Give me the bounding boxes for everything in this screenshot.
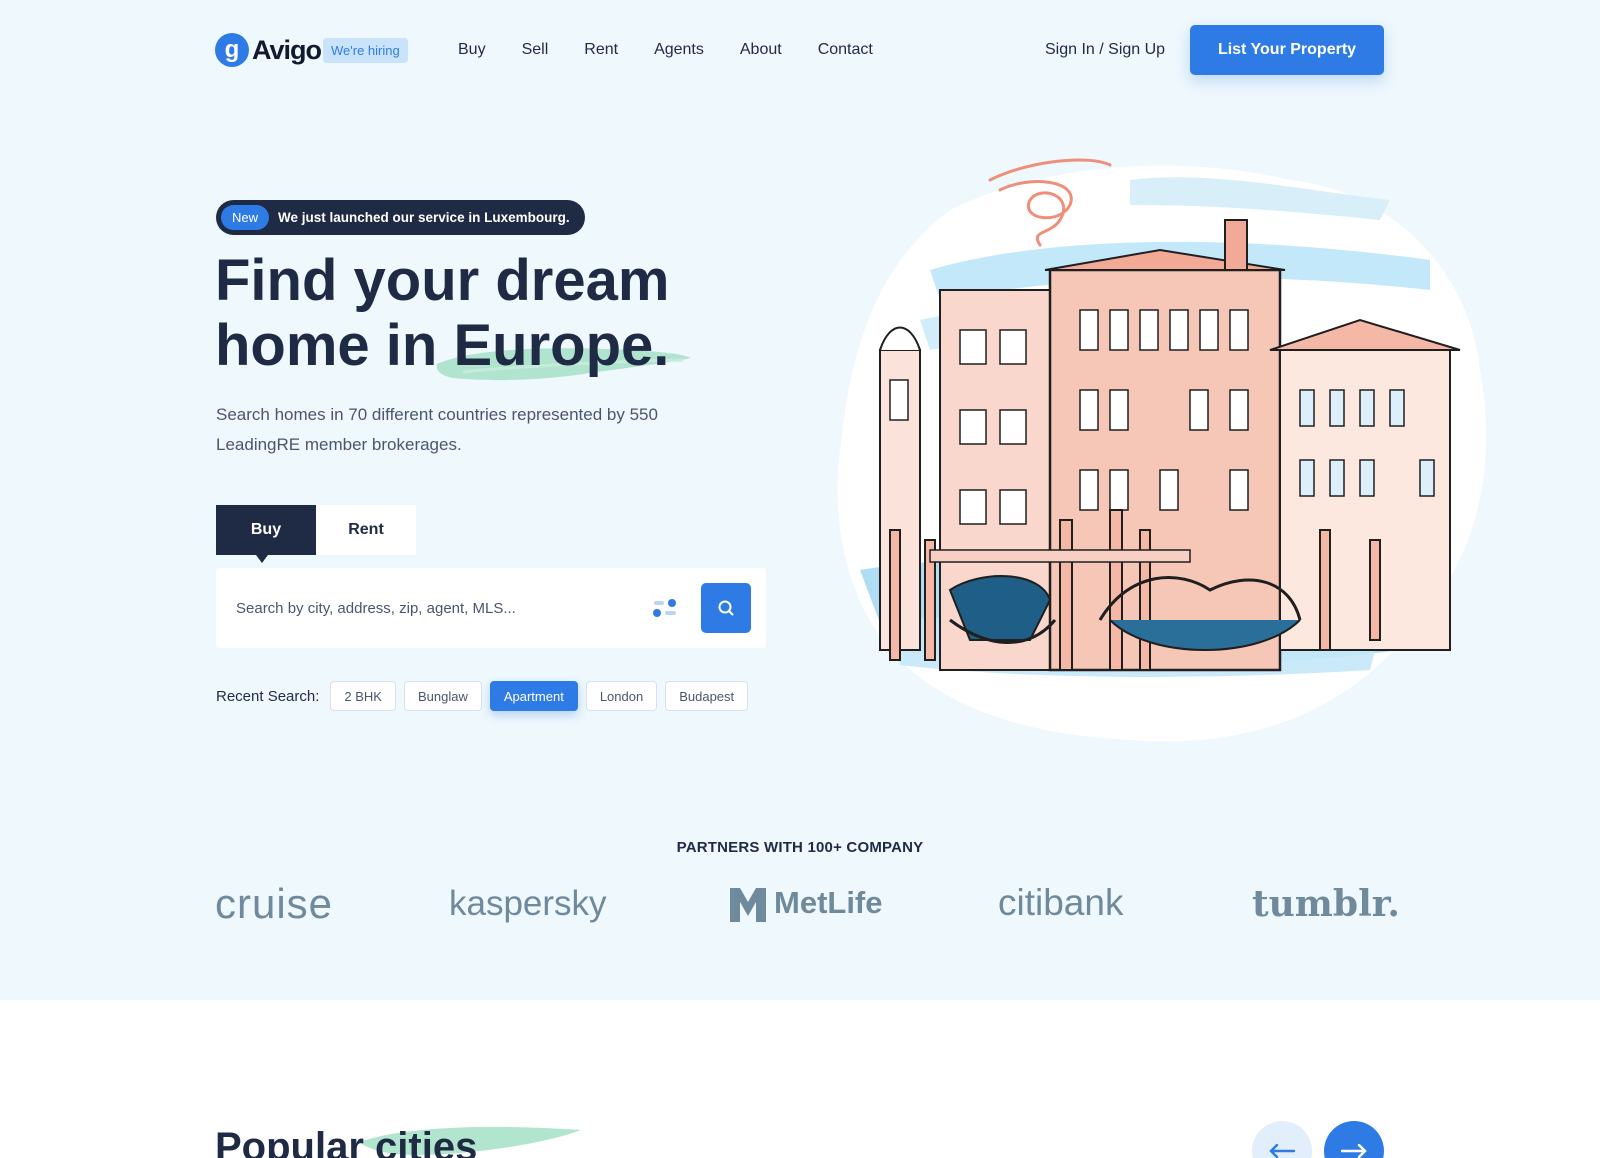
headline-highlight: Europe. — [453, 313, 670, 378]
partners-title: PARTNERS WITH 100+ COMPANY — [676, 839, 924, 856]
headline-line-1: Find your dream — [215, 248, 670, 313]
popular-title-prefix: Popular — [215, 1125, 376, 1158]
logo-text: Avigo — [252, 34, 322, 65]
partner-logo-tumblr: tumblr. — [1252, 883, 1400, 925]
tab-rent[interactable]: Rent — [316, 505, 416, 555]
search-button[interactable] — [701, 583, 751, 633]
logo-mark: g — [215, 33, 249, 67]
popular-cities-title: Popular cities — [215, 1125, 477, 1158]
venice-illustration — [837, 158, 1487, 742]
hero-headline: Find your dream home in Europe. — [215, 248, 775, 378]
partner-logo-cruise: cruise — [215, 880, 334, 927]
arrow-right-icon — [1341, 1144, 1367, 1158]
partner-logo-citibank: citibank — [998, 882, 1124, 923]
recent-chip-bunglaw[interactable]: Bunglaw — [403, 681, 482, 711]
search-box — [216, 568, 766, 648]
top-navigation: g Avigo We're hiring Buy Sell Rent Agent… — [0, 0, 1600, 100]
list-property-button[interactable]: List Your Property — [1190, 25, 1384, 75]
partner-logos: cruise kaspersky MetLife citibank tumblr… — [0, 880, 1600, 940]
tab-buy[interactable]: Buy — [216, 505, 316, 563]
recent-searches: Recent Search: 2 BHK Bunglaw Apartment L… — [216, 681, 756, 711]
signin-link[interactable]: Sign In / Sign Up — [1045, 41, 1165, 59]
recent-search-label: Recent Search: — [216, 687, 320, 705]
headline-line-2: home in Europe. — [215, 313, 775, 378]
hero-subtext: Search homes in 70 different countries r… — [216, 405, 658, 454]
filter-icon[interactable] — [652, 598, 678, 618]
new-badge: New — [221, 205, 270, 230]
search-icon — [718, 600, 734, 616]
hiring-badge[interactable]: We're hiring — [323, 38, 408, 63]
recent-chip-2bhk[interactable]: 2 BHK — [330, 681, 396, 711]
recent-chip-london[interactable]: London — [585, 681, 658, 711]
headline-prefix: home in — [215, 313, 454, 378]
recent-chip-apartment[interactable]: Apartment — [489, 681, 578, 711]
nav-link-contact[interactable]: Contact — [818, 41, 873, 59]
nav-link-about[interactable]: About — [740, 41, 782, 59]
nav-link-buy[interactable]: Buy — [458, 41, 486, 59]
search-tabs: Buy Rent — [216, 505, 416, 563]
nav-links: Buy Sell Rent Agents About Contact — [458, 41, 909, 59]
carousel-prev-button[interactable] — [1252, 1121, 1312, 1158]
nav-link-sell[interactable]: Sell — [522, 41, 549, 59]
recent-chip-budapest[interactable]: Budapest — [665, 681, 749, 711]
popular-title-highlight: cities — [375, 1125, 478, 1158]
carousel-next-button[interactable] — [1324, 1121, 1384, 1158]
announcement-banner[interactable]: New We just launched our service in Luxe… — [216, 200, 585, 235]
nav-link-agents[interactable]: Agents — [654, 41, 704, 59]
partner-logo-kaspersky: kaspersky — [449, 884, 607, 923]
nav-link-rent[interactable]: Rent — [584, 41, 618, 59]
logo[interactable]: g Avigo — [215, 33, 322, 67]
search-input[interactable] — [236, 593, 626, 623]
announcement-text: We just launched our service in Luxembou… — [278, 210, 570, 225]
partner-logo-metlife: MetLife — [774, 885, 883, 920]
metlife-mark-icon — [730, 888, 766, 922]
arrow-left-icon — [1269, 1144, 1295, 1158]
